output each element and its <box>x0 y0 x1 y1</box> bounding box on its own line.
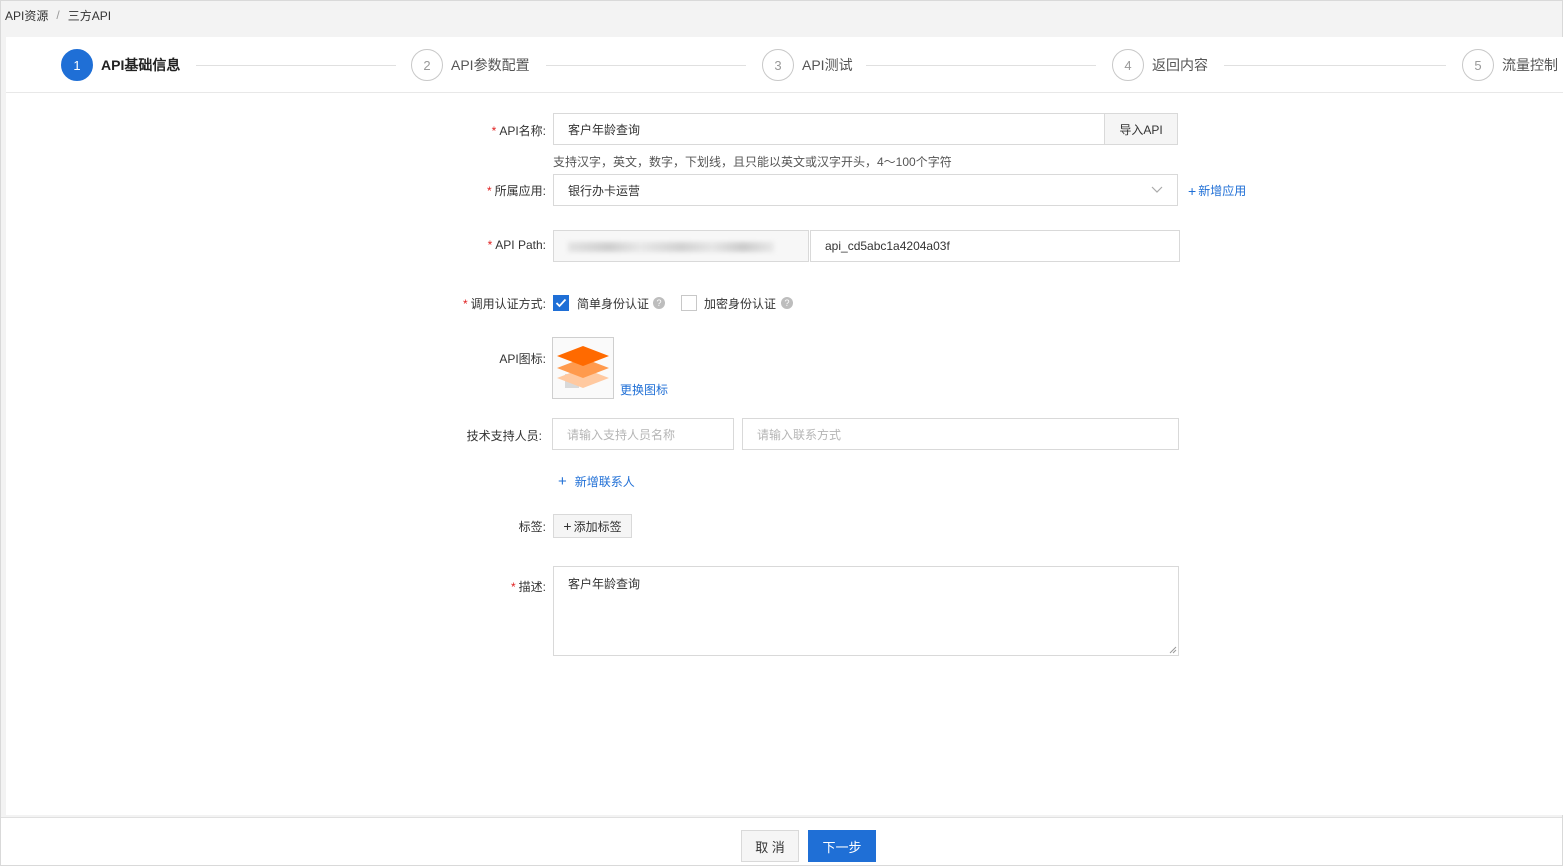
simple-auth-label[interactable]: 简单身份认证 <box>577 295 649 312</box>
step-progress: 1 API基础信息 2 API参数配置 3 API测试 4 返回内容 5 流量控… <box>6 37 1563 93</box>
plus-icon: + <box>558 473 567 490</box>
step-2: 2 API参数配置 <box>411 49 530 81</box>
step-1-label: API基础信息 <box>101 57 181 73</box>
api-name-label: * API名称: <box>491 124 546 138</box>
step-3: 3 API测试 <box>762 49 853 81</box>
resize-handle-icon[interactable] <box>1169 646 1177 654</box>
breadcrumb-current: 三方API <box>67 8 112 23</box>
api-path-input[interactable]: api_cd5abc1a4204a03f <box>810 230 1180 262</box>
step-4: 4 返回内容 <box>1112 49 1208 81</box>
step-connector <box>866 65 1096 66</box>
step-connector <box>546 65 746 66</box>
cancel-button[interactable]: 取 消 <box>741 830 799 862</box>
step-1-number: 1 <box>61 49 93 81</box>
chevron-down-icon <box>1151 186 1163 193</box>
step-connector <box>196 65 396 66</box>
step-connector <box>1224 65 1446 66</box>
support-contact-input[interactable]: 请输入联系方式 <box>742 418 1179 450</box>
api-icon-label: API图标: <box>499 352 546 366</box>
support-name-input[interactable]: 请输入支持人员名称 <box>552 418 734 450</box>
api-icon-preview <box>552 337 614 399</box>
api-path-prefix <box>553 230 809 262</box>
required-mark: * <box>462 297 468 311</box>
auth-label: * 调用认证方式: <box>462 297 546 311</box>
step-2-label: API参数配置 <box>451 57 530 73</box>
tags-label: 标签: <box>518 520 546 534</box>
app-select[interactable]: 银行办卡运营 <box>553 174 1178 206</box>
step-3-label: API测试 <box>802 57 853 73</box>
step-1: 1 API基础信息 <box>61 49 180 81</box>
required-mark: * <box>487 238 493 252</box>
step-5-number: 5 <box>1462 49 1494 81</box>
required-mark: * <box>491 124 497 138</box>
app-select-value: 银行办卡运营 <box>568 183 641 198</box>
encrypted-auth-checkbox[interactable] <box>681 295 697 311</box>
required-mark: * <box>486 184 492 198</box>
add-tag-button[interactable]: + 添加标签 <box>553 514 632 538</box>
encrypted-auth-label[interactable]: 加密身份认证 <box>704 295 776 312</box>
footer-bar: 取 消 下一步 <box>1 817 1562 865</box>
breadcrumb-separator: / <box>56 8 60 22</box>
import-api-button[interactable]: 导入API <box>1104 113 1178 145</box>
plus-icon: + <box>563 518 572 534</box>
redacted-text <box>568 242 774 252</box>
api-path-label: * API Path: <box>487 238 546 252</box>
step-4-label: 返回内容 <box>1152 57 1208 73</box>
step-3-number: 3 <box>762 49 794 81</box>
support-label: 技术支持人员: <box>466 429 542 443</box>
step-4-number: 4 <box>1112 49 1144 81</box>
breadcrumb-root[interactable]: API资源 <box>5 7 48 24</box>
add-app-link[interactable]: + 新增应用 <box>1188 182 1246 199</box>
description-label: * 描述: <box>510 580 546 594</box>
layers-icon <box>557 346 609 388</box>
simple-auth-checkbox[interactable] <box>553 295 569 311</box>
api-name-hint: 支持汉字，英文，数字，下划线，且只能以英文或汉字开头，4～100个字符 <box>553 155 952 169</box>
help-icon[interactable]: ? <box>653 297 665 309</box>
help-icon[interactable]: ? <box>781 297 793 309</box>
next-step-button[interactable]: 下一步 <box>808 830 876 862</box>
description-textarea[interactable]: 客户年龄查询 <box>553 566 1179 656</box>
description-text: 客户年龄查询 <box>568 577 641 591</box>
step-5: 5 流量控制 <box>1462 49 1558 81</box>
api-name-input[interactable]: 客户年龄查询 <box>553 113 1105 145</box>
add-contact-link[interactable]: + 新增联系人 <box>558 473 635 490</box>
step-2-number: 2 <box>411 49 443 81</box>
change-icon-link[interactable]: 更换图标 <box>620 381 668 398</box>
app-label: * 所属应用: <box>486 184 546 198</box>
form-card: 1 API基础信息 2 API参数配置 3 API测试 4 返回内容 5 流量控… <box>6 37 1563 815</box>
required-mark: * <box>510 580 516 594</box>
plus-icon: + <box>1188 182 1197 199</box>
step-5-label: 流量控制 <box>1502 57 1558 73</box>
check-icon <box>555 298 567 308</box>
breadcrumb: API资源 / 三方API <box>5 5 111 25</box>
